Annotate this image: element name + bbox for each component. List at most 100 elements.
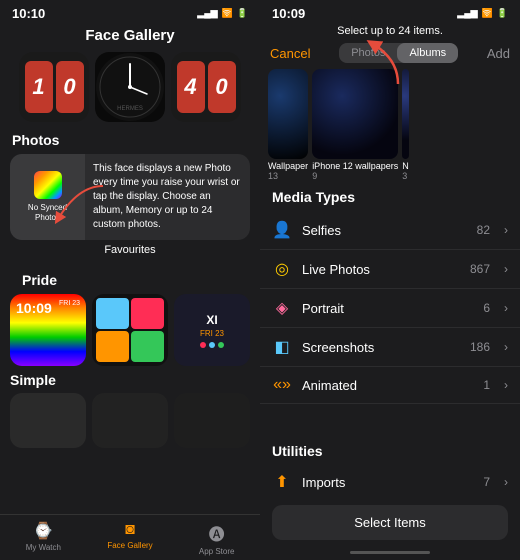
photos-card[interactable]: No Synced Photos This face displays a ne… <box>10 154 250 240</box>
red-arrow-svg <box>353 39 408 89</box>
live-photos-icon: ◎ <box>272 259 292 279</box>
select-items-button[interactable]: Select Items <box>272 505 508 540</box>
right-status-bar: 10:09 ▂▄▆ 🛜 🔋 <box>260 0 520 23</box>
album-wallpaper-count: 13 <box>268 171 308 181</box>
screenshots-count: 186 <box>470 340 490 354</box>
pride-face-2[interactable] <box>92 294 168 366</box>
tooltip-arrow <box>48 181 108 226</box>
imports-icon: ⬆ <box>272 472 292 492</box>
nav-face-gallery[interactable]: ◙ Face Gallery <box>87 515 174 560</box>
battery-icon: 🔋 <box>237 8 248 19</box>
media-item-selfies[interactable]: 👤 Selfies 82 › <box>260 211 520 250</box>
media-item-live-photos[interactable]: ◎ Live Photos 867 › <box>260 250 520 289</box>
left-panel: 10:10 ▂▄▆ 🛜 🔋 Face Gallery 1 0 HERMES <box>0 0 260 560</box>
nav-app-store[interactable]: 🅐 App Store <box>173 515 260 560</box>
imports-count: 7 <box>483 475 490 489</box>
add-button[interactable]: Add <box>487 46 510 61</box>
nav-my-watch-label: My Watch <box>26 543 61 552</box>
media-list: 👤 Selfies 82 › ◎ Live Photos 867 › ◈ Por… <box>260 211 520 437</box>
simple-label: Simple <box>10 372 250 393</box>
selfies-count: 82 <box>477 223 490 237</box>
media-item-portrait[interactable]: ◈ Portrait 6 › <box>260 289 520 328</box>
face-gallery-nav-icon: ◙ <box>125 521 135 539</box>
nav-app-store-label: App Store <box>199 547 235 556</box>
live-photos-chevron-icon: › <box>504 262 508 276</box>
pride-time: 10:09 <box>16 300 52 316</box>
svg-text:HERMES: HERMES <box>117 106 143 112</box>
simple-face-2[interactable] <box>92 393 168 448</box>
watch-face-3[interactable]: 4 0 <box>171 52 241 122</box>
photos-section: No Synced Photos This face displays a ne… <box>0 154 260 272</box>
digit-2: 0 <box>56 61 84 113</box>
right-panel: 10:09 ▂▄▆ 🛜 🔋 Select up to 24 items. Can… <box>260 0 520 560</box>
animated-label: Animated <box>302 378 473 393</box>
nav-face-gallery-label: Face Gallery <box>107 541 152 550</box>
album-wallpaper-thumb <box>268 69 308 159</box>
portrait-chevron-icon: › <box>504 301 508 315</box>
album-wallpaper-name: Wallpaper <box>268 161 308 171</box>
animated-count: 1 <box>483 378 490 392</box>
live-photos-label: Live Photos <box>302 262 460 277</box>
animated-icon: «» <box>272 376 292 394</box>
cancel-button[interactable]: Cancel <box>270 46 310 61</box>
left-bottom-nav: ⌚ My Watch ◙ Face Gallery 🅐 App Store <box>0 514 260 560</box>
pride-face-3[interactable]: XI FRI 23 <box>174 294 250 366</box>
photos-section-label: Photos <box>0 132 260 154</box>
watch-nav-icon: ⌚ <box>33 521 53 541</box>
right-time: 10:09 <box>272 6 305 21</box>
screenshots-label: Screenshots <box>302 340 460 355</box>
comp-dot-2 <box>209 342 215 348</box>
imports-chevron-icon: › <box>504 475 508 489</box>
albums-grid: Wallpaper 13 iPhone 12 wallpapers 9 N 3 <box>260 69 520 189</box>
watch-face-1[interactable]: 1 0 <box>19 52 89 122</box>
pride-face-1[interactable]: 10:09 FRI 23 <box>10 294 86 366</box>
color-block-2 <box>131 298 164 329</box>
media-types-header: Media Types <box>260 189 520 211</box>
pride-faces-row: 10:09 FRI 23 XI FRI 23 <box>10 294 250 366</box>
right-battery-icon: 🔋 <box>497 8 508 19</box>
comp-date: FRI 23 <box>200 329 224 338</box>
portrait-icon: ◈ <box>272 298 292 318</box>
comp-dot-1 <box>200 342 206 348</box>
album-wallpaper[interactable]: Wallpaper 13 <box>268 69 308 181</box>
screenshots-icon: ◧ <box>272 337 292 357</box>
right-status-icons: ▂▄▆ 🛜 🔋 <box>457 8 508 19</box>
signal-icon: ▂▄▆ <box>197 8 217 19</box>
media-item-screenshots[interactable]: ◧ Screenshots 186 › <box>260 328 520 367</box>
simple-face-1[interactable] <box>10 393 86 448</box>
selfies-chevron-icon: › <box>504 223 508 237</box>
portrait-count: 6 <box>483 301 490 315</box>
live-photos-count: 867 <box>470 262 490 276</box>
simple-face-3[interactable] <box>174 393 250 448</box>
utilities-header: Utilities <box>260 437 520 463</box>
watch-face-2[interactable]: HERMES <box>95 52 165 122</box>
digit-1: 1 <box>25 61 53 113</box>
simple-section: Simple <box>0 372 260 454</box>
color-block-4 <box>131 331 164 362</box>
left-status-icons: ▂▄▆ 🛜 🔋 <box>197 8 248 19</box>
pride-date: FRI 23 <box>59 300 80 307</box>
album-iphone12-count: 9 <box>312 171 398 181</box>
album-iphone12-name: iPhone 12 wallpapers <box>312 161 398 171</box>
comp-dot-3 <box>218 342 224 348</box>
portrait-label: Portrait <box>302 301 473 316</box>
digit-3: 4 <box>177 61 205 113</box>
color-block-3 <box>96 331 129 362</box>
imports-item[interactable]: ⬆ Imports 7 › <box>260 463 520 501</box>
screenshots-chevron-icon: › <box>504 340 508 354</box>
favourites-label: Favourites <box>10 240 250 262</box>
watch-faces-row: 1 0 HERMES 4 0 <box>0 52 260 132</box>
color-block-1 <box>96 298 129 329</box>
simple-faces-row <box>10 393 250 448</box>
left-time: 10:10 <box>12 6 45 21</box>
home-bar <box>350 551 430 554</box>
wifi-icon: 🛜 <box>222 8 233 19</box>
album-n-count: 3 <box>402 171 409 181</box>
media-item-animated[interactable]: «» Animated 1 › <box>260 367 520 404</box>
album-iphone12[interactable]: iPhone 12 wallpapers 9 <box>312 69 398 181</box>
pride-label: Pride <box>10 272 250 294</box>
left-status-bar: 10:10 ▂▄▆ 🛜 🔋 <box>0 0 260 23</box>
nav-my-watch[interactable]: ⌚ My Watch <box>0 515 87 560</box>
photos-tooltip: This face displays a new Photo every tim… <box>85 154 250 240</box>
face-gallery-title: Face Gallery <box>0 23 260 52</box>
